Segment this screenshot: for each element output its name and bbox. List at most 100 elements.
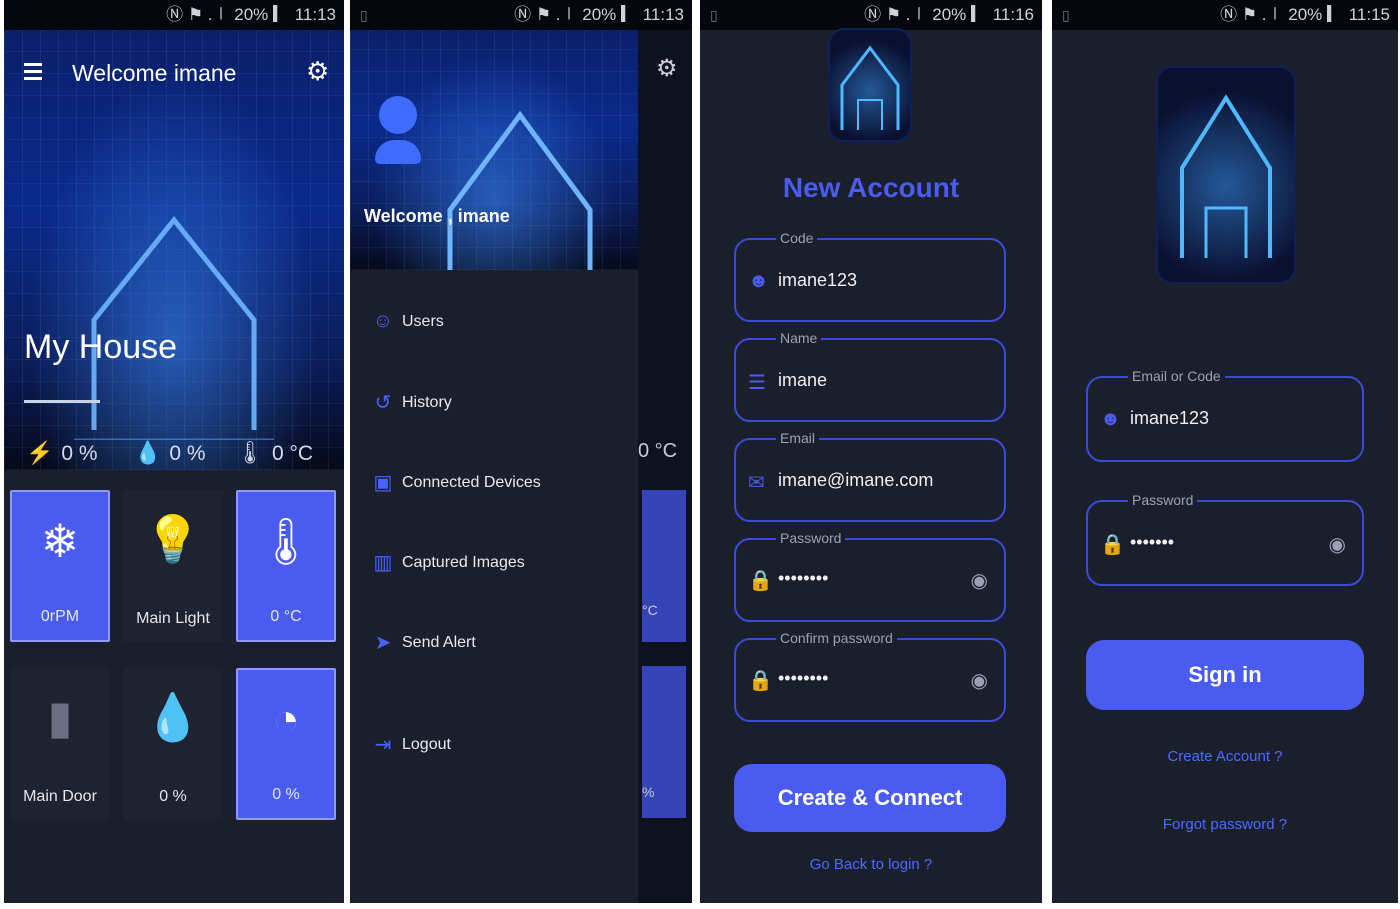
field-label: Email bbox=[776, 430, 820, 446]
tile-main-light[interactable]: 💡 Main Light bbox=[123, 490, 223, 642]
email-or-code-field[interactable]: Email or Code ☻ imane123 bbox=[1086, 368, 1364, 462]
lock-icon: 🔒 bbox=[1100, 534, 1125, 556]
nav-item-history[interactable]: ↺ History bbox=[372, 390, 452, 415]
code-field[interactable]: Code ☻ imane123 bbox=[734, 230, 1006, 322]
bolt-icon: ⚡ bbox=[26, 440, 54, 465]
person-icon: ☻ bbox=[1100, 408, 1122, 430]
title-underline bbox=[24, 400, 100, 403]
water-drop-icon: 💧 bbox=[144, 691, 202, 743]
history-icon: ↺ bbox=[374, 392, 392, 414]
nav-item-send-alert[interactable]: ➤ Send Alert bbox=[372, 630, 476, 655]
nav-item-connected-devices[interactable]: ▣ Connected Devices bbox=[372, 470, 541, 495]
send-icon: ➤ bbox=[374, 632, 392, 654]
field-value: •••••••• bbox=[778, 568, 829, 588]
behind-tile-label: °C bbox=[642, 602, 658, 618]
tile-label: Main Door bbox=[23, 788, 97, 805]
humidity-icon: 💧 bbox=[134, 440, 162, 465]
eye-off-icon[interactable]: ◉ bbox=[971, 568, 988, 593]
logout-icon: ⇥ bbox=[374, 734, 392, 756]
lock-icon: 🔒 bbox=[748, 570, 773, 592]
gear-icon: ⚙ bbox=[656, 55, 678, 82]
behind-tile: % bbox=[642, 666, 686, 818]
nav-drawer: ☺ Users ↺ History ▣ Connected Devices ▥ Capt… bbox=[350, 270, 638, 903]
stat-humidity: 💧 0 % bbox=[134, 440, 206, 466]
tile-gauge[interactable]: ◔ 0 % bbox=[236, 668, 336, 820]
tile-temperature[interactable]: 🌡 0 °C bbox=[236, 490, 336, 642]
status-bar: Ⓝ ⚑ .∣ 20% ▎ 11:13 bbox=[4, 0, 344, 30]
thermometer-icon: 🌡 bbox=[236, 440, 264, 465]
menu-icon[interactable] bbox=[24, 63, 42, 80]
person-icon: ☻ bbox=[748, 270, 770, 292]
eye-off-icon[interactable]: ◉ bbox=[971, 668, 988, 693]
status-text: Ⓝ ⚑ .∣ 20% ▎ 11:15 bbox=[1220, 5, 1390, 24]
back-to-login-link[interactable]: Go Back to login ? bbox=[700, 856, 1042, 873]
bulb-icon: 💡 bbox=[144, 513, 202, 565]
field-label: Email or Code bbox=[1128, 368, 1225, 384]
stat-value: 0 % bbox=[61, 442, 98, 465]
stat-value: 0 °C bbox=[271, 442, 314, 465]
tile-label: Main Light bbox=[136, 610, 210, 627]
door-icon: ▮ bbox=[47, 691, 73, 743]
tile-label: 0 % bbox=[272, 786, 300, 803]
stat-power: ⚡ 0 % bbox=[26, 440, 98, 466]
drawer-screen: ▯ Ⓝ ⚑ .∣ 20% ▎ 11:13 ⚙ 0 °C °C % Welcome … bbox=[350, 0, 692, 903]
create-account-link[interactable]: Create Account ? bbox=[1052, 748, 1398, 765]
status-bar: ▯ Ⓝ ⚑ .∣ 20% ▎ 11:16 bbox=[700, 0, 1042, 30]
home-screen: Ⓝ ⚑ .∣ 20% ▎ 11:13 Welcome imane ⚙ My Ho… bbox=[4, 0, 344, 903]
page-title: Welcome imane bbox=[72, 60, 237, 86]
field-label: Name bbox=[776, 330, 822, 346]
tile-label: 0 % bbox=[159, 788, 187, 805]
fan-icon: ❄ bbox=[40, 515, 80, 567]
confirm-password-field[interactable]: Confirm password 🔒 •••••••• ◉ bbox=[734, 630, 1006, 722]
email-field[interactable]: Email ✉ imane@imane.com bbox=[734, 430, 1006, 522]
form-title: New Account bbox=[782, 172, 960, 203]
behind-tile: °C bbox=[642, 490, 686, 642]
avatar bbox=[374, 96, 422, 166]
password-field[interactable]: Password 🔒 •••••••• ◉ bbox=[734, 530, 1006, 622]
nav-item-logout[interactable]: ⇥ Logout bbox=[372, 732, 451, 757]
forgot-password-link[interactable]: Forgot password ? bbox=[1052, 816, 1398, 833]
list-icon: ☰ bbox=[748, 372, 766, 394]
field-value: imane123 bbox=[1130, 408, 1210, 428]
hero-image bbox=[4, 30, 344, 470]
tile-fan[interactable]: ❄ 0rPM bbox=[10, 490, 110, 642]
status-text: Ⓝ ⚑ .∣ 20% ▎ 11:16 bbox=[864, 5, 1034, 24]
thermometer-icon: 🌡 bbox=[256, 515, 316, 567]
field-label: Code bbox=[776, 230, 818, 246]
name-field[interactable]: Name ☰ imane bbox=[734, 330, 1006, 422]
app-logo bbox=[1158, 68, 1294, 282]
nav-item-label: Send Alert bbox=[402, 633, 476, 651]
background-screen: ⚙ 0 °C °C % bbox=[638, 30, 692, 903]
nav-item-label: Connected Devices bbox=[402, 473, 541, 491]
gauge-icon: ◔ bbox=[272, 693, 300, 745]
status-bar: ▯ Ⓝ ⚑ .∣ 20% ▎ 11:13 bbox=[350, 0, 692, 30]
create-connect-button[interactable]: Create & Connect bbox=[734, 764, 1006, 832]
signin-screen: ▯ Ⓝ ⚑ .∣ 20% ▎ 11:15 Email or Code ☻ iman… bbox=[1052, 0, 1398, 903]
password-field[interactable]: Password 🔒 ••••••• ◉ bbox=[1086, 492, 1364, 586]
devices-icon: ▣ bbox=[373, 472, 393, 494]
tile-main-door[interactable]: ▮ Main Door bbox=[10, 668, 110, 820]
app-logo bbox=[830, 30, 910, 140]
lock-icon: 🔒 bbox=[748, 670, 773, 692]
field-label: Confirm password bbox=[776, 630, 897, 646]
gear-icon[interactable]: ⚙ bbox=[306, 56, 329, 87]
users-icon: ☺ bbox=[372, 310, 394, 332]
field-label: Password bbox=[776, 530, 846, 546]
stat-value: 0 % bbox=[169, 442, 206, 465]
nav-item-captured-images[interactable]: ▥ Captured Images bbox=[372, 550, 525, 575]
drawer-welcome: Welcome , imane bbox=[364, 206, 510, 226]
field-value: ••••••• bbox=[1130, 532, 1175, 552]
behind-tile-label: % bbox=[642, 784, 655, 800]
sign-in-button[interactable]: Sign in bbox=[1086, 640, 1364, 710]
eye-off-icon[interactable]: ◉ bbox=[1329, 532, 1346, 557]
signup-screen: ▯ Ⓝ ⚑ .∣ 20% ▎ 11:16 New Account Code ☻ i… bbox=[700, 0, 1042, 903]
tile-water[interactable]: 💧 0 % bbox=[123, 668, 223, 820]
field-value: imane bbox=[778, 370, 828, 390]
nav-item-label: History bbox=[402, 393, 452, 411]
nav-item-users[interactable]: ☺ Users bbox=[372, 310, 444, 333]
field-value: imane@imane.com bbox=[778, 470, 934, 490]
mail-icon: ✉ bbox=[748, 472, 765, 494]
house-graphic bbox=[74, 215, 274, 440]
field-value: imane123 bbox=[778, 270, 858, 290]
drawer-header: Welcome , imane bbox=[350, 30, 638, 270]
